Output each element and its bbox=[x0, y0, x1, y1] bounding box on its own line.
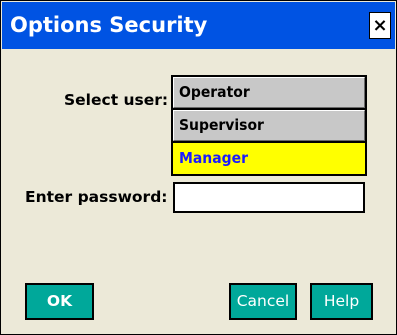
options-security-dialog: Options Security × Select user: Operator… bbox=[0, 0, 397, 335]
password-input[interactable] bbox=[173, 182, 365, 213]
close-icon: × bbox=[372, 15, 388, 36]
password-label: Enter password: bbox=[25, 188, 168, 206]
user-item-manager[interactable]: Manager bbox=[173, 143, 365, 174]
help-button[interactable]: Help bbox=[310, 283, 373, 320]
ok-button[interactable]: OK bbox=[25, 283, 94, 320]
title-bar[interactable]: Options Security × bbox=[2, 2, 395, 49]
user-item-supervisor[interactable]: Supervisor bbox=[173, 110, 365, 141]
user-list: Operator Supervisor Manager bbox=[171, 75, 367, 176]
select-user-label: Select user: bbox=[64, 91, 169, 109]
dialog-title: Options Security bbox=[10, 13, 208, 37]
cancel-button[interactable]: Cancel bbox=[229, 283, 297, 320]
close-button[interactable]: × bbox=[369, 12, 391, 39]
user-item-operator[interactable]: Operator bbox=[173, 77, 365, 108]
